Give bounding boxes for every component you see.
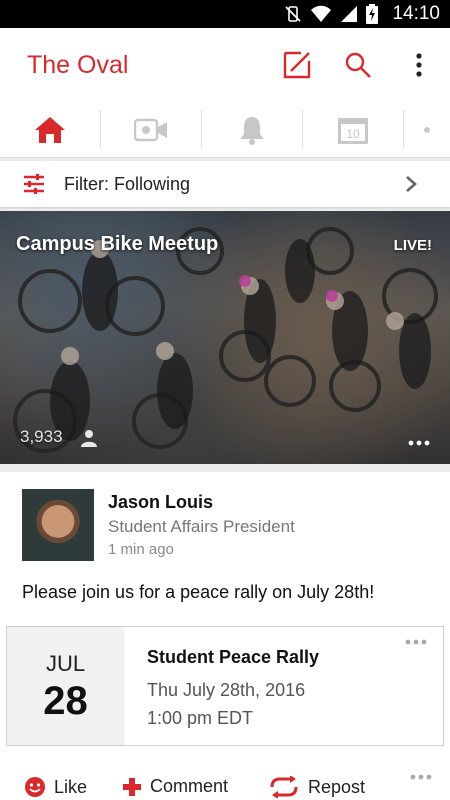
- author-role: Student Affairs President: [108, 517, 295, 536]
- smile-icon: [25, 777, 45, 797]
- filter-row[interactable]: Filter: Following: [0, 161, 450, 207]
- event-more-icon[interactable]: [405, 639, 427, 645]
- post-more-icon[interactable]: [410, 774, 432, 780]
- tab-home[interactable]: [0, 102, 100, 158]
- calendar-badge: 10: [346, 127, 360, 141]
- viewer-count: 3,933: [20, 427, 63, 446]
- filter-label: Filter: Following: [64, 174, 191, 194]
- event-date-box: JUL 28: [7, 627, 124, 745]
- tab-video[interactable]: [101, 102, 201, 158]
- bell-icon: [240, 117, 264, 145]
- status-time: 14:10: [392, 3, 440, 24]
- event-title: Student Peace Rally: [147, 647, 320, 667]
- app-bar: The Oval: [0, 28, 450, 102]
- post-actions: Like Comment Repost: [0, 766, 450, 800]
- like-button[interactable]: Like: [24, 776, 87, 798]
- event-month: JUL: [45, 651, 86, 676]
- more-horiz-icon[interactable]: [408, 440, 430, 446]
- event-card[interactable]: JUL 28 Student Peace Rally Thu July 28th…: [6, 626, 444, 746]
- plus-icon: [123, 777, 141, 796]
- tab-more[interactable]: [404, 102, 450, 158]
- sliders-icon: [24, 174, 44, 194]
- video-icon: [134, 118, 167, 142]
- event-date-line: Thu July 28th, 2016: [147, 680, 306, 700]
- status-bar: 14:10: [0, 0, 450, 28]
- more-vert-icon: [416, 53, 422, 77]
- repost-button[interactable]: Repost: [268, 776, 365, 798]
- calendar-icon: 10: [338, 118, 368, 144]
- person-icon: [81, 430, 97, 447]
- vibrate-off-icon: [285, 6, 302, 22]
- post-message: Please join us for a peace rally on July…: [22, 582, 375, 602]
- search-button[interactable]: [341, 48, 375, 82]
- post-time: 1 min ago: [108, 541, 174, 558]
- wifi-icon: [311, 5, 332, 22]
- signal-icon: [341, 6, 358, 22]
- overflow-menu-button[interactable]: [402, 48, 436, 82]
- comment-button[interactable]: Comment: [122, 776, 228, 797]
- event-day: 28: [43, 679, 88, 723]
- app-title: The Oval: [27, 51, 129, 79]
- live-video-card[interactable]: Campus Bike Meetup LIVE! 3,933: [0, 211, 450, 464]
- live-video-title: Campus Bike Meetup: [16, 233, 219, 255]
- compose-icon: [283, 51, 311, 79]
- chevron-right-icon: [406, 176, 417, 192]
- tab-calendar[interactable]: 10: [303, 102, 403, 158]
- search-icon: [345, 52, 371, 78]
- status-icons: 14:10: [284, 0, 440, 28]
- like-label: Like: [54, 776, 88, 797]
- tab-bar: 10: [0, 102, 450, 158]
- dot-icon: [424, 127, 430, 133]
- avatar[interactable]: [22, 489, 94, 561]
- compose-button[interactable]: [280, 48, 314, 82]
- author-name[interactable]: Jason Louis: [108, 492, 213, 513]
- comment-label: Comment: [150, 776, 229, 796]
- tab-notifications[interactable]: [202, 102, 302, 158]
- repost-label: Repost: [308, 776, 366, 797]
- home-icon: [35, 117, 65, 143]
- battery-charging-icon: [366, 4, 379, 24]
- repost-icon: [270, 776, 298, 798]
- post-card: Jason Louis Student Affairs President 1 …: [0, 472, 450, 800]
- live-badge: LIVE!: [393, 237, 432, 254]
- event-time-line: 1:00 pm EDT: [147, 708, 254, 728]
